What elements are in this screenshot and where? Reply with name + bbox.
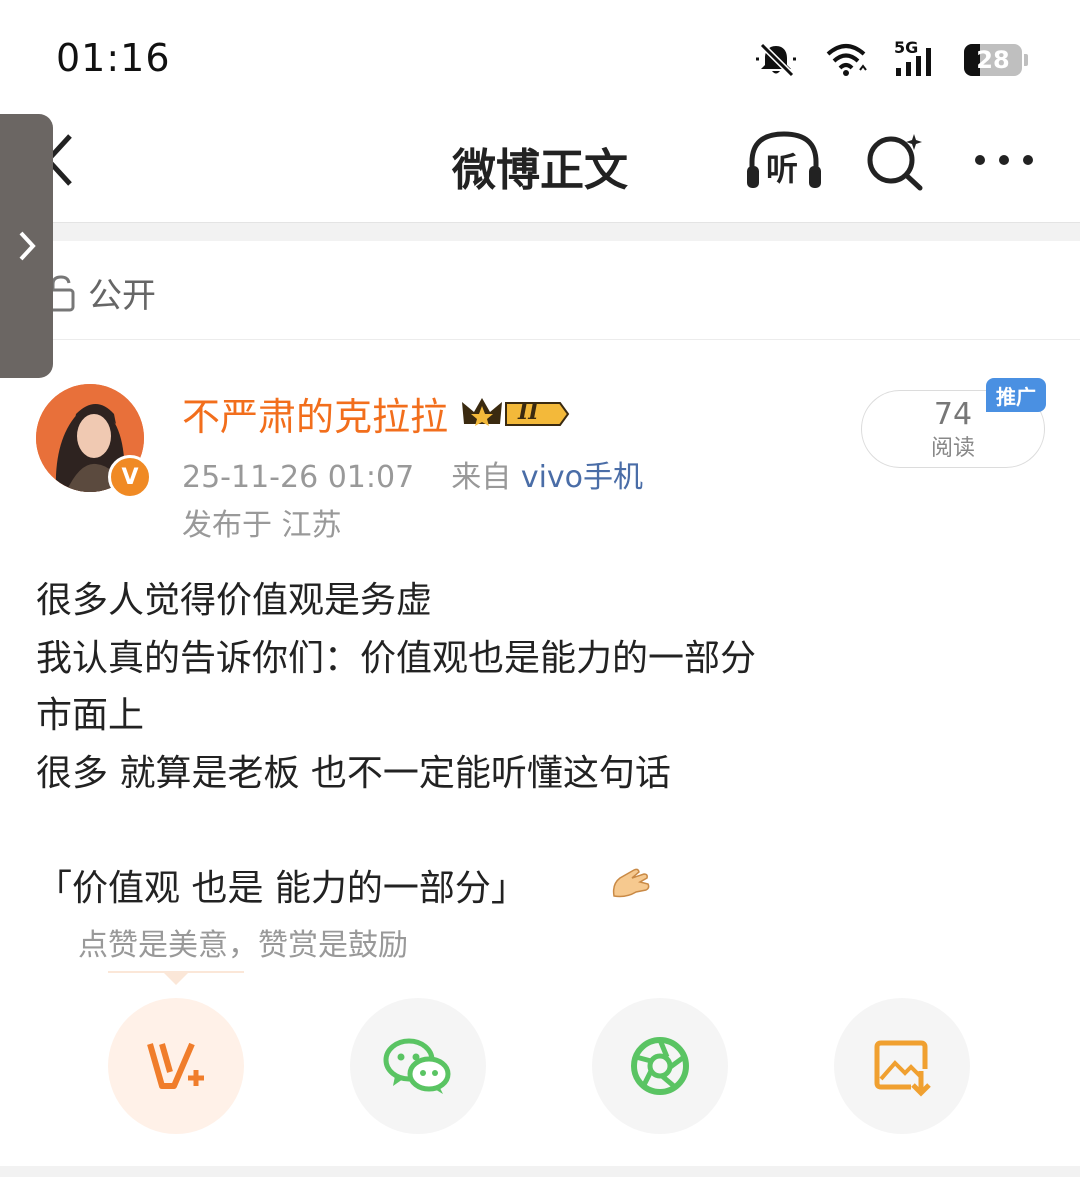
reward-v-plus-icon — [147, 1042, 204, 1089]
moments-icon — [631, 1037, 689, 1095]
more-options-icon[interactable] — [972, 150, 1036, 170]
content-line: 市面上 — [36, 695, 145, 736]
chevron-right-icon — [19, 231, 36, 261]
content-line: 「价值观 也是 能力的一部分」 — [36, 867, 527, 909]
status-icons: 5G 28 — [754, 38, 1028, 80]
listen-label: 听 — [766, 150, 799, 188]
save-image-icon — [874, 1040, 931, 1097]
content-line: 很多 就算是老板 也不一定能听懂这句话 — [36, 752, 671, 794]
side-expand-tab[interactable] — [0, 114, 53, 378]
verified-badge-icon: V — [108, 455, 152, 499]
post-location: 发布于 江苏 — [182, 508, 342, 543]
reward-tip: 点赞是美意，赞赏是鼓励 — [78, 928, 408, 963]
listen-button[interactable]: 听 — [744, 128, 824, 192]
author-name-row[interactable]: 不严肃的克拉拉 II — [182, 386, 570, 441]
wifi-icon — [826, 44, 867, 76]
signal-indicator: 5G — [894, 38, 938, 78]
emoji-icon — [541, 802, 652, 975]
reward-pointer — [164, 973, 188, 985]
post-source[interactable]: vivo手机 — [521, 460, 643, 495]
read-label: 阅读 — [930, 436, 975, 461]
share-moments-button[interactable] — [592, 998, 728, 1134]
save-image-button[interactable] — [834, 998, 970, 1134]
battery-level: 28 — [976, 46, 1010, 74]
reward-button[interactable] — [108, 998, 244, 1134]
visibility-row: 公开 — [44, 268, 156, 317]
bottom-bar — [0, 1166, 1080, 1177]
battery-indicator: 28 — [964, 44, 1028, 76]
search-icon[interactable] — [864, 130, 926, 192]
visibility-label: 公开 — [88, 276, 156, 316]
mute-icon — [756, 42, 796, 78]
content-line: 我认真的告诉你们：价值观也是能力的一部分 — [36, 637, 757, 679]
wechat-icon — [383, 1038, 451, 1094]
source-prefix: 来自 — [451, 460, 512, 495]
content-line: 很多人觉得价值观是务虚 — [36, 580, 433, 621]
section-divider — [0, 222, 1080, 241]
signal-bars-icon — [896, 48, 931, 76]
post-meta: 25-11-26 01:07 来自 vivo手机 — [182, 452, 643, 496]
crown-icon — [462, 397, 570, 426]
post-content: 很多人觉得价值观是务虚 我认真的告诉你们：价值观也是能力的一部分 市面上 很多 … — [36, 572, 756, 975]
post-timestamp: 25-11-26 01:07 — [182, 460, 415, 495]
vip-level: II — [518, 398, 539, 425]
status-time: 01:16 — [56, 36, 171, 80]
author-name[interactable]: 不严肃的克拉拉 — [182, 386, 448, 441]
row-divider — [0, 339, 1080, 340]
vip-badge[interactable]: II — [460, 394, 570, 434]
verify-mark: V — [121, 464, 139, 490]
share-wechat-button[interactable] — [350, 998, 486, 1134]
promote-badge[interactable]: 推广 — [986, 378, 1046, 412]
hand-gesture-icon — [612, 868, 649, 897]
